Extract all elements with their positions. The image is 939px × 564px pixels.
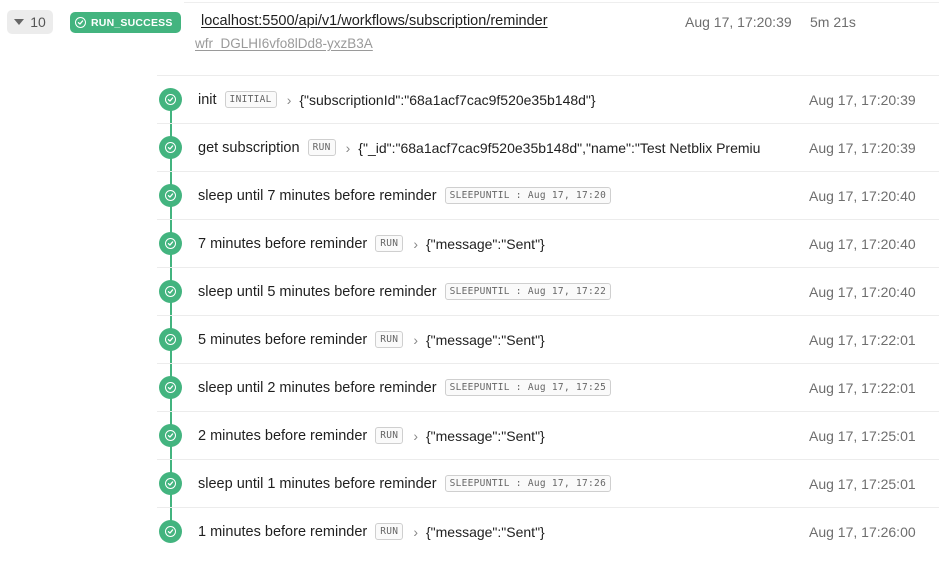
step-timestamp: Aug 17, 17:20:39 — [809, 91, 916, 108]
step-timestamp: Aug 17, 17:26:00 — [809, 523, 916, 540]
step-success-icon — [159, 88, 182, 111]
step-success-icon — [159, 184, 182, 207]
step-type-badge: RUN — [375, 235, 404, 252]
step-type-badge: RUN — [375, 523, 404, 540]
step-type-badge: SLEEPUNTIL : Aug 17, 17:22 — [444, 283, 612, 300]
step-output: {"message":"Sent"} — [425, 235, 545, 252]
step-row[interactable]: 1 minutes before reminder RUN › {"messag… — [157, 507, 939, 555]
step-type-badge: SLEEPUNTIL : Aug 17, 17:26 — [444, 475, 612, 492]
step-type-badge: RUN — [307, 139, 336, 156]
step-row[interactable]: get subscription RUN › {"_id":"68a1acf7c… — [157, 123, 939, 171]
step-row[interactable]: 2 minutes before reminder RUN › {"messag… — [157, 411, 939, 459]
step-name: 1 minutes before reminder — [198, 523, 368, 540]
step-name: 2 minutes before reminder — [198, 427, 368, 444]
chevron-right-icon[interactable]: › — [413, 332, 418, 348]
step-row[interactable]: 5 minutes before reminder RUN › {"messag… — [157, 315, 939, 363]
step-name: 7 minutes before reminder — [198, 235, 368, 252]
chevron-right-icon[interactable]: › — [413, 524, 418, 540]
step-timestamp: Aug 17, 17:22:01 — [809, 379, 916, 396]
chevron-right-icon[interactable]: › — [287, 92, 292, 108]
chevron-right-icon[interactable]: › — [346, 140, 351, 156]
step-type-badge: INITIAL — [224, 91, 277, 108]
step-type-badge: SLEEPUNTIL : Aug 17, 17:20 — [444, 187, 612, 204]
caret-down-icon — [14, 19, 25, 25]
chevron-right-icon[interactable]: › — [413, 236, 418, 252]
run-timestamp: Aug 17, 17:20:39 — [685, 14, 792, 30]
step-list: init INITIAL › {"subscriptionId":"68a1ac… — [157, 75, 939, 555]
step-success-icon — [159, 136, 182, 159]
step-output: {"message":"Sent"} — [425, 523, 545, 540]
step-row[interactable]: init INITIAL › {"subscriptionId":"68a1ac… — [157, 75, 939, 123]
collapse-toggle[interactable]: 10 — [7, 10, 53, 34]
step-timestamp: Aug 17, 17:20:40 — [809, 235, 916, 252]
step-output: {"subscriptionId":"68a1acf7cac9f520e35b1… — [299, 91, 596, 108]
step-success-icon — [159, 376, 182, 399]
step-success-icon — [159, 472, 182, 495]
step-row[interactable]: sleep until 5 minutes before reminder SL… — [157, 267, 939, 315]
chevron-right-icon[interactable]: › — [413, 428, 418, 444]
top-divider — [184, 2, 939, 3]
step-row[interactable]: sleep until 7 minutes before reminder SL… — [157, 171, 939, 219]
step-type-badge: SLEEPUNTIL : Aug 17, 17:25 — [444, 379, 612, 396]
step-output: {"message":"Sent"} — [425, 331, 545, 348]
step-row[interactable]: 7 minutes before reminder RUN › {"messag… — [157, 219, 939, 267]
step-success-icon — [159, 328, 182, 351]
step-output: {"_id":"68a1acf7cac9f520e35b148d","name"… — [358, 139, 761, 156]
step-timestamp: Aug 17, 17:25:01 — [809, 475, 916, 492]
step-name: 5 minutes before reminder — [198, 331, 368, 348]
step-timestamp: Aug 17, 17:22:01 — [809, 331, 916, 348]
workflow-url-link[interactable]: localhost:5500/api/v1/workflows/subscrip… — [201, 13, 548, 29]
step-type-badge: RUN — [375, 331, 404, 348]
workflow-run-id-link[interactable]: wfr_DGLHI6vfo8lDd8-yxzB3A — [195, 36, 373, 51]
step-name: get subscription — [198, 139, 300, 156]
status-badge: RUN_SUCCESS — [70, 12, 181, 33]
step-success-icon — [159, 280, 182, 303]
step-timestamp: Aug 17, 17:20:40 — [809, 283, 916, 300]
step-success-icon — [159, 520, 182, 543]
step-timestamp: Aug 17, 17:25:01 — [809, 427, 916, 444]
step-name: sleep until 1 minutes before reminder — [198, 475, 437, 492]
status-label: RUN_SUCCESS — [91, 16, 173, 29]
step-success-icon — [159, 424, 182, 447]
step-row[interactable]: sleep until 2 minutes before reminder SL… — [157, 363, 939, 411]
step-name: sleep until 7 minutes before reminder — [198, 187, 437, 204]
step-name: init — [198, 91, 217, 108]
step-output: {"message":"Sent"} — [425, 427, 545, 444]
step-timestamp: Aug 17, 17:20:40 — [809, 187, 916, 204]
step-row[interactable]: sleep until 1 minutes before reminder SL… — [157, 459, 939, 507]
step-type-badge: RUN — [375, 427, 404, 444]
step-name: sleep until 2 minutes before reminder — [198, 379, 437, 396]
step-timestamp: Aug 17, 17:20:39 — [809, 139, 916, 156]
run-count: 10 — [30, 14, 46, 30]
step-name: sleep until 5 minutes before reminder — [198, 283, 437, 300]
check-circle-icon — [75, 17, 86, 28]
run-duration: 5m 21s — [810, 14, 856, 30]
step-success-icon — [159, 232, 182, 255]
